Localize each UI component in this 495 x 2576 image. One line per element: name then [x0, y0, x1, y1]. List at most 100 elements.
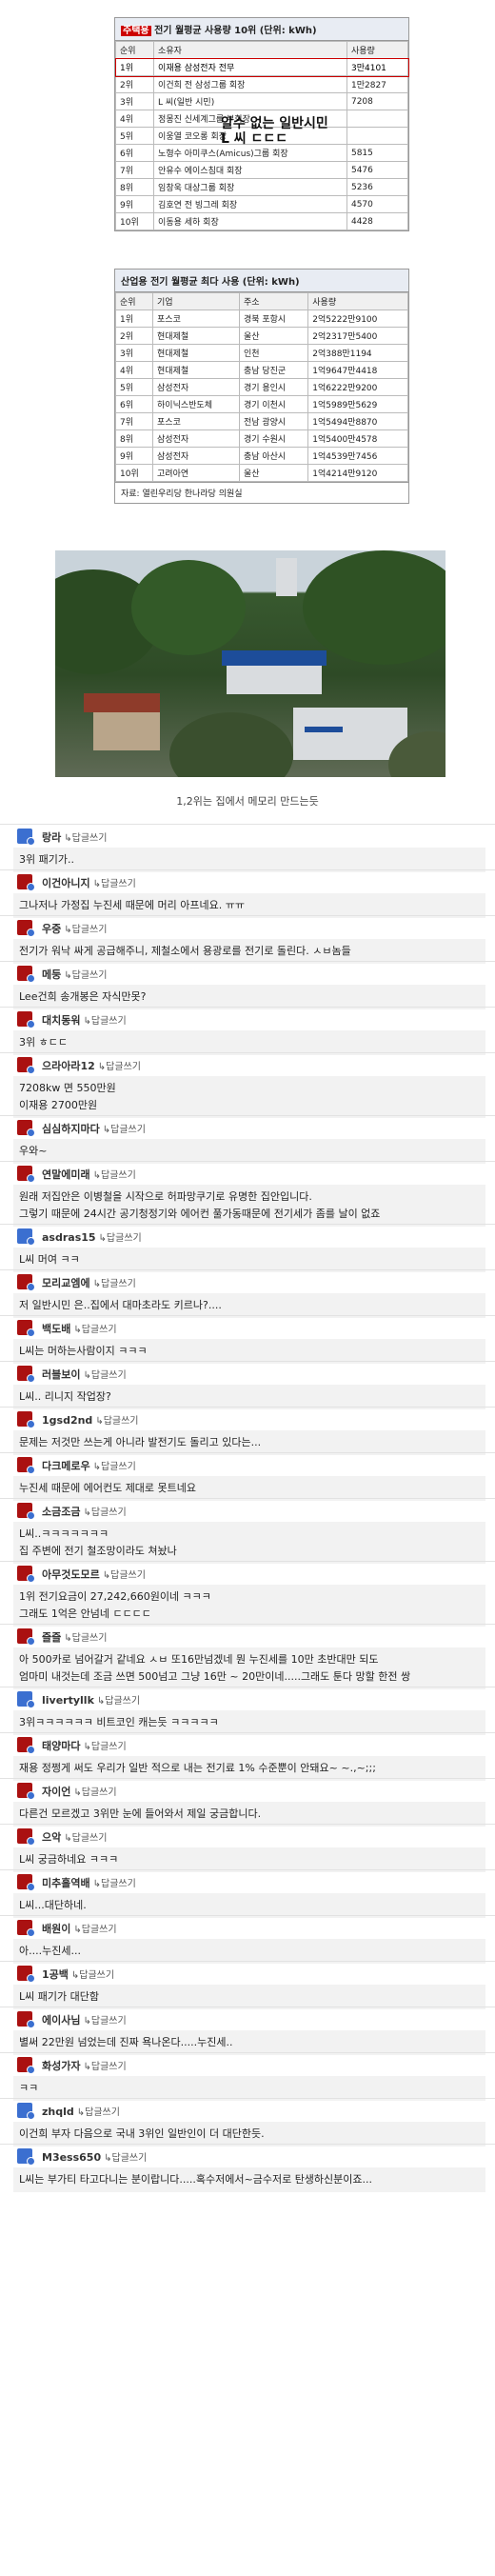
- reply-link[interactable]: ↳답글쓰기: [73, 1787, 116, 1798]
- reply-link[interactable]: ↳답글쓰기: [95, 1416, 138, 1427]
- avatar-icon[interactable]: [17, 1920, 35, 1937]
- author-name[interactable]: 대치동워: [42, 1014, 80, 1027]
- author-name[interactable]: 소금조금: [42, 1506, 80, 1518]
- avatar-icon[interactable]: [17, 1828, 35, 1846]
- avatar-icon[interactable]: [17, 1411, 35, 1428]
- author-name[interactable]: 백도배: [42, 1323, 70, 1335]
- avatar-icon[interactable]: [17, 1628, 35, 1646]
- author-name[interactable]: 배원이: [42, 1923, 70, 1935]
- avatar-icon[interactable]: [17, 1503, 35, 1520]
- author-name[interactable]: M3ess650: [42, 2151, 101, 2164]
- avatar-icon[interactable]: [17, 1783, 35, 1800]
- avatar-icon[interactable]: [17, 1120, 35, 1137]
- author-name[interactable]: 미추홀역배: [42, 1877, 90, 1889]
- reply-link[interactable]: ↳답글쓰기: [83, 1742, 126, 1752]
- avatar-icon[interactable]: [17, 2011, 35, 2028]
- author-name[interactable]: 심심하지마다: [42, 1123, 100, 1135]
- comment-author[interactable]: 대치동워 ↳답글쓰기: [42, 1012, 127, 1028]
- avatar-icon[interactable]: [17, 2148, 35, 2166]
- comment-author[interactable]: 메둥 ↳답글쓰기: [42, 967, 107, 982]
- reply-link[interactable]: ↳답글쓰기: [83, 2062, 126, 2072]
- comment-author[interactable]: 소금조금 ↳답글쓰기: [42, 1504, 127, 1519]
- author-name[interactable]: 으라아라12: [42, 1060, 95, 1072]
- comment-author[interactable]: 연말에미래 ↳답글쓰기: [42, 1167, 136, 1182]
- reply-link[interactable]: ↳답글쓰기: [103, 1125, 146, 1135]
- reply-link[interactable]: ↳답글쓰기: [83, 1508, 126, 1518]
- reply-link[interactable]: ↳답글쓰기: [64, 1833, 107, 1844]
- author-name[interactable]: 러블보이: [42, 1368, 80, 1381]
- comment-author[interactable]: 에이사님 ↳답글쓰기: [42, 2012, 127, 2027]
- reply-link[interactable]: ↳답글쓰기: [71, 1970, 114, 1981]
- avatar-icon[interactable]: [17, 1457, 35, 1474]
- avatar-icon[interactable]: [17, 1737, 35, 1754]
- reply-link[interactable]: ↳답글쓰기: [98, 1062, 141, 1072]
- author-name[interactable]: 태양마다: [42, 1740, 80, 1752]
- comment-author[interactable]: 러블보이 ↳답글쓰기: [42, 1367, 127, 1382]
- comment-author[interactable]: 다크메로우 ↳답글쓰기: [42, 1458, 136, 1473]
- author-name[interactable]: 화성가자: [42, 2060, 80, 2072]
- comment-author[interactable]: 이건아니지 ↳답글쓰기: [42, 875, 136, 890]
- reply-link[interactable]: ↳답글쓰기: [104, 2153, 147, 2164]
- reply-link[interactable]: ↳답글쓰기: [77, 2107, 120, 2118]
- comment-author[interactable]: 화성가자 ↳답글쓰기: [42, 2058, 127, 2073]
- reply-link[interactable]: ↳답글쓰기: [83, 1016, 126, 1027]
- avatar-icon[interactable]: [17, 1874, 35, 1891]
- avatar-icon[interactable]: [17, 1011, 35, 1028]
- comment-author[interactable]: 배원이 ↳답글쓰기: [42, 1921, 117, 1936]
- avatar-icon[interactable]: [17, 2103, 35, 2120]
- comment-author[interactable]: zhqld ↳답글쓰기: [42, 2104, 120, 2118]
- avatar-icon[interactable]: [17, 1966, 35, 1983]
- author-name[interactable]: 아무것도모르: [42, 1568, 100, 1581]
- comment-author[interactable]: 아무것도모르 ↳답글쓰기: [42, 1567, 146, 1582]
- comment-author[interactable]: 1gsd2nd ↳답글쓰기: [42, 1412, 139, 1427]
- author-name[interactable]: 1gsd2nd: [42, 1414, 92, 1427]
- comment-author[interactable]: 랑라 ↳답글쓰기: [42, 829, 107, 845]
- reply-link[interactable]: ↳답글쓰기: [97, 1696, 140, 1707]
- avatar-icon[interactable]: [17, 1166, 35, 1183]
- author-name[interactable]: 모리교엠에: [42, 1277, 90, 1289]
- comment-author[interactable]: 우중 ↳답글쓰기: [42, 921, 107, 936]
- comment-author[interactable]: asdras15 ↳답글쓰기: [42, 1229, 142, 1244]
- avatar-icon[interactable]: [17, 1274, 35, 1291]
- comment-author[interactable]: 즐즐 ↳답글쓰기: [42, 1629, 107, 1645]
- avatar-icon[interactable]: [17, 829, 35, 846]
- avatar-icon[interactable]: [17, 874, 35, 891]
- reply-link[interactable]: ↳답글쓰기: [83, 1370, 126, 1381]
- author-name[interactable]: 우중: [42, 923, 61, 935]
- reply-link[interactable]: ↳답글쓰기: [73, 1925, 116, 1935]
- author-name[interactable]: zhqld: [42, 2106, 74, 2118]
- comment-author[interactable]: 모리교엠에 ↳답글쓰기: [42, 1275, 136, 1290]
- avatar-icon[interactable]: [17, 2057, 35, 2074]
- comment-author[interactable]: 백도배 ↳답글쓰기: [42, 1321, 117, 1336]
- author-name[interactable]: livertyllk: [42, 1694, 94, 1707]
- reply-link[interactable]: ↳답글쓰기: [93, 1279, 136, 1289]
- author-name[interactable]: 즐즐: [42, 1631, 61, 1644]
- avatar-icon[interactable]: [17, 1566, 35, 1583]
- comment-author[interactable]: 미추홀역배 ↳답글쓰기: [42, 1875, 136, 1890]
- reply-link[interactable]: ↳답글쓰기: [83, 2016, 126, 2027]
- reply-link[interactable]: ↳답글쓰기: [93, 1462, 136, 1472]
- reply-link[interactable]: ↳답글쓰기: [73, 1325, 116, 1335]
- author-name[interactable]: 랑라: [42, 831, 61, 844]
- reply-link[interactable]: ↳답글쓰기: [93, 1879, 136, 1889]
- avatar-icon[interactable]: [17, 920, 35, 937]
- avatar-icon[interactable]: [17, 1366, 35, 1383]
- author-name[interactable]: 에이사님: [42, 2014, 80, 2027]
- comment-author[interactable]: 으악 ↳답글쓰기: [42, 1829, 107, 1845]
- reply-link[interactable]: ↳답글쓰기: [93, 1170, 136, 1181]
- author-name[interactable]: asdras15: [42, 1231, 96, 1244]
- author-name[interactable]: 자이언: [42, 1786, 70, 1798]
- comment-author[interactable]: 심심하지마다 ↳답글쓰기: [42, 1121, 146, 1136]
- comment-author[interactable]: M3ess650 ↳답글쓰기: [42, 2149, 147, 2164]
- avatar-icon[interactable]: [17, 1228, 35, 1246]
- author-name[interactable]: 메둥: [42, 968, 61, 981]
- author-name[interactable]: 으악: [42, 1831, 61, 1844]
- author-name[interactable]: 연말에미래: [42, 1168, 90, 1181]
- reply-link[interactable]: ↳답글쓰기: [64, 925, 107, 935]
- comment-author[interactable]: 으라아라12 ↳답글쓰기: [42, 1058, 141, 1073]
- reply-link[interactable]: ↳답글쓰기: [64, 970, 107, 981]
- author-name[interactable]: 이건아니지: [42, 877, 90, 889]
- reply-link[interactable]: ↳답글쓰기: [103, 1570, 146, 1581]
- author-name[interactable]: 1공백: [42, 1968, 69, 1981]
- reply-link[interactable]: ↳답글쓰기: [93, 879, 136, 889]
